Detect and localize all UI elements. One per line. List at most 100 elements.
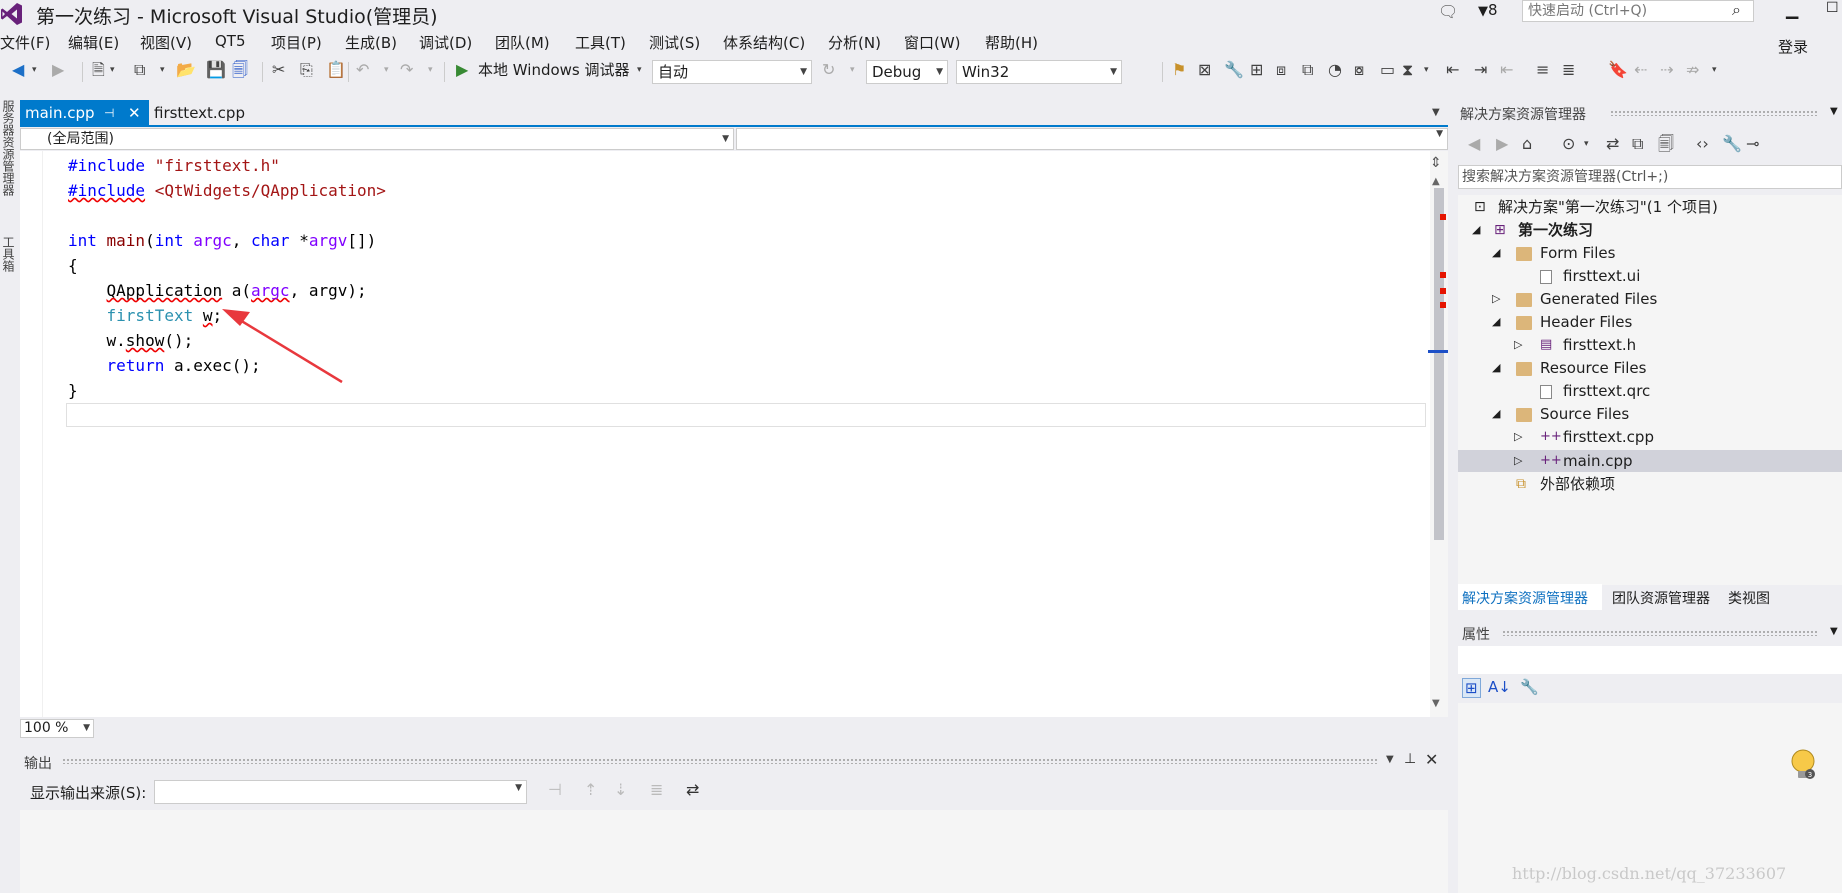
dropdown-icon[interactable]: ▾ (1424, 58, 1429, 82)
run-debugger-button[interactable]: 本地 Windows 调试器 (478, 58, 630, 82)
bulb-icon[interactable]: 3 (1788, 748, 1818, 782)
tree-node-form-files[interactable]: Form Files (1540, 242, 1615, 264)
window-position-icon[interactable]: ▼ (1386, 754, 1394, 765)
play-icon[interactable]: ▶ (456, 58, 468, 82)
open-icon[interactable]: 📂 (176, 58, 196, 82)
save-all-icon[interactable]: 🗐 (232, 58, 248, 82)
tree-node-firsttext-qrc[interactable]: firsttext.qrc (1563, 380, 1650, 402)
expanded-icon[interactable]: ◢ (1492, 357, 1500, 379)
se-grip[interactable] (1610, 110, 1818, 116)
team-icon[interactable]: ⧉ (1302, 58, 1313, 82)
properties-grip[interactable] (1502, 630, 1818, 636)
menu-team[interactable]: 团队(M) (495, 32, 550, 53)
maximize-button[interactable]: ☐ (1826, 0, 1839, 16)
toolbar-overflow-icon[interactable]: ▾ (1712, 58, 1717, 82)
add-item-icon[interactable]: ⧉ (134, 58, 145, 82)
close-icon[interactable]: ✕ (1425, 750, 1438, 769)
align-icon[interactable]: ≡ (1536, 58, 1549, 82)
properties-icon[interactable]: 🔧 (1722, 132, 1742, 156)
new-dropdown-icon[interactable]: ▾ (110, 58, 115, 82)
config-combo[interactable]: Debug ▼ (866, 60, 948, 84)
run-dropdown-icon[interactable]: ▾ (637, 58, 642, 82)
cut-icon[interactable]: ✂ (272, 58, 285, 82)
platform-combo[interactable]: Win32 ▼ (956, 60, 1122, 84)
tree-node-main-cpp[interactable]: main.cpp (1563, 450, 1633, 472)
add-dropdown-icon[interactable]: ▾ (160, 58, 165, 82)
tabs-overflow-icon[interactable]: ▼ (1432, 100, 1440, 126)
indent-icon[interactable]: ≣ (1562, 58, 1575, 82)
menu-file[interactable]: 文件(F) (0, 32, 50, 53)
menu-test[interactable]: 测试(S) (649, 32, 700, 53)
chart-icon[interactable]: ◔ (1328, 58, 1342, 82)
auto-combo[interactable]: 自动 ▼ (652, 60, 812, 84)
expanded-icon[interactable]: ◢ (1492, 311, 1500, 333)
collapsed-icon[interactable]: ▷ (1514, 426, 1522, 448)
tree-node-external-deps[interactable]: 外部依赖项 (1540, 473, 1615, 495)
search-icon[interactable]: ⌕ (1732, 0, 1741, 20)
comment-icon[interactable]: ⇤ (1446, 58, 1459, 82)
expanded-icon[interactable]: ◢ (1492, 242, 1500, 264)
notification-icon[interactable]: 🗨 (1438, 2, 1458, 21)
copy-icon[interactable]: ⎘ (300, 58, 313, 82)
menu-debug[interactable]: 调试(D) (419, 32, 472, 53)
class-view-icon[interactable]: ⊞ (1250, 58, 1263, 82)
output-source-select[interactable]: ▼ (154, 780, 527, 804)
find-in-files-icon[interactable]: ⚑ (1172, 58, 1186, 82)
alphabetical-icon[interactable]: A↓ (1488, 678, 1511, 696)
dropdown-icon[interactable]: ▾ (1584, 132, 1589, 156)
close-icon[interactable]: ✕ (128, 100, 141, 126)
tree-node-firsttext-cpp[interactable]: firsttext.cpp (1563, 426, 1654, 448)
error-marker[interactable] (1440, 214, 1446, 220)
minimize-button[interactable]: ▁ (1786, 0, 1798, 19)
bookmark-icon[interactable]: 🔖 (1608, 58, 1628, 82)
back-icon[interactable]: ◀ (12, 58, 24, 82)
show-all-files-icon[interactable]: 🗐 (1658, 132, 1674, 156)
sync-icon[interactable]: ⇄ (1606, 132, 1619, 156)
toolbox-tab[interactable]: 工具箱 (0, 236, 17, 272)
window-position-icon[interactable]: ▼ (1830, 626, 1838, 637)
home-icon[interactable]: ⌂ (1522, 132, 1532, 156)
tree-node-project[interactable]: 第一次练习 (1518, 219, 1593, 241)
categorized-icon[interactable]: ⊞ (1462, 678, 1481, 698)
uncomment-icon[interactable]: ⇥ (1474, 58, 1487, 82)
tree-node-firsttext-ui[interactable]: firsttext.ui (1563, 265, 1640, 287)
member-combo[interactable]: ▼ (736, 128, 1448, 150)
tree-node-source-files[interactable]: Source Files (1540, 403, 1629, 425)
menu-help[interactable]: 帮助(H) (985, 32, 1038, 53)
menu-architecture[interactable]: 体系结构(C) (723, 32, 805, 53)
tree-node-firsttext-h[interactable]: firsttext.h (1563, 334, 1636, 356)
pin-icon[interactable]: ⊣ (104, 100, 114, 126)
save-icon[interactable]: 💾 (206, 58, 226, 82)
pending-changes-icon[interactable]: ⊙ (1562, 132, 1575, 156)
error-marker[interactable] (1440, 302, 1446, 308)
menu-analyze[interactable]: 分析(N) (828, 32, 881, 53)
window-icon[interactable]: ▭ (1380, 58, 1395, 82)
toolbox-icon[interactable]: ⧈ (1276, 58, 1286, 82)
quick-launch-input[interactable]: 快速启动 (Ctrl+Q) (1522, 0, 1754, 22)
menu-window[interactable]: 窗口(W) (904, 32, 961, 53)
menu-tools[interactable]: 工具(T) (575, 32, 626, 53)
tree-node-resource-files[interactable]: Resource Files (1540, 357, 1646, 379)
error-marker[interactable] (1440, 272, 1446, 278)
tab-team-explorer[interactable]: 团队资源管理器 (1612, 588, 1710, 608)
window-position-icon[interactable]: ▼ (1830, 106, 1838, 117)
login-link[interactable]: 登录 (1778, 36, 1808, 57)
tree-node-solution[interactable]: 解决方案"第一次练习"(1 个项目) (1498, 196, 1718, 218)
scroll-up-icon[interactable]: ▲ (1432, 176, 1440, 187)
pin-icon[interactable]: ⊥ (1404, 751, 1416, 767)
menu-edit[interactable]: 编辑(E) (68, 32, 119, 53)
collapsed-icon[interactable]: ▷ (1514, 450, 1522, 472)
expanded-icon[interactable]: ◢ (1472, 219, 1480, 241)
properties-object-select[interactable] (1458, 646, 1842, 674)
zoom-combo[interactable]: 100 % ▼ (20, 719, 94, 738)
solution-explorer-icon[interactable]: ⊠ (1198, 58, 1211, 82)
menu-qt5[interactable]: QT5 (215, 32, 246, 50)
menu-build[interactable]: 生成(B) (345, 32, 397, 53)
puzzle-icon[interactable]: ⧗ (1402, 58, 1413, 82)
new-project-icon[interactable]: 🗎 (92, 58, 105, 82)
wrench-icon[interactable]: 🔧 (1224, 58, 1244, 82)
preview-icon[interactable]: ⊸ (1746, 132, 1759, 156)
collapsed-icon[interactable]: ▷ (1514, 334, 1522, 356)
expanded-icon[interactable]: ◢ (1492, 403, 1500, 425)
view-code-icon[interactable]: ‹› (1696, 132, 1709, 156)
